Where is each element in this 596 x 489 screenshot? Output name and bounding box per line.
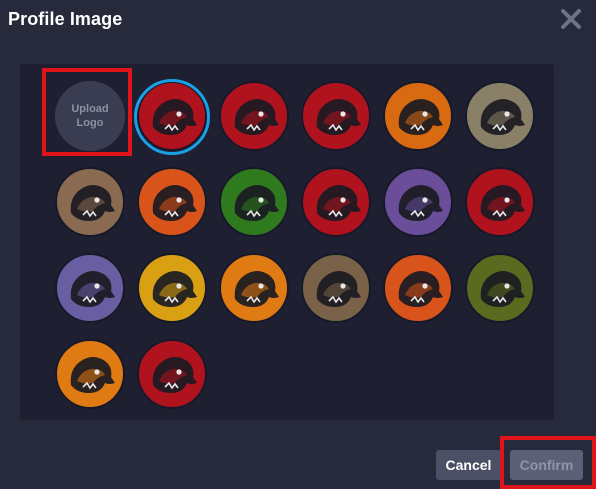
- cobra-icon[interactable]: [301, 253, 371, 323]
- hawk-icon[interactable]: [383, 253, 453, 323]
- rhino-icon[interactable]: [55, 253, 125, 323]
- bear-icon[interactable]: [137, 167, 207, 237]
- octopus-icon[interactable]: [383, 167, 453, 237]
- snake-icon[interactable]: [219, 167, 289, 237]
- upload-logo-label: Upload Logo: [71, 103, 109, 129]
- red-horse-icon[interactable]: [301, 167, 371, 237]
- red-raptor-icon[interactable]: [301, 81, 371, 151]
- red-ram-icon[interactable]: [219, 81, 289, 151]
- boar-icon[interactable]: [137, 339, 207, 409]
- t-rex-icon[interactable]: [55, 167, 125, 237]
- eagle-icon[interactable]: [219, 253, 289, 323]
- triceratops-icon[interactable]: [465, 81, 535, 151]
- close-icon[interactable]: [558, 6, 584, 32]
- dialog-title: Profile Image: [8, 9, 123, 29]
- crocodile-icon[interactable]: [465, 253, 535, 323]
- upload-logo-button[interactable]: Upload Logo: [55, 81, 125, 151]
- confirm-button[interactable]: Confirm: [510, 450, 583, 480]
- fox-icon[interactable]: [383, 81, 453, 151]
- panther-icon[interactable]: [55, 339, 125, 409]
- cancel-button[interactable]: Cancel: [436, 450, 501, 480]
- wolf-icon[interactable]: [137, 253, 207, 323]
- bull-icon[interactable]: [465, 167, 535, 237]
- red-dragon-icon[interactable]: [137, 81, 207, 151]
